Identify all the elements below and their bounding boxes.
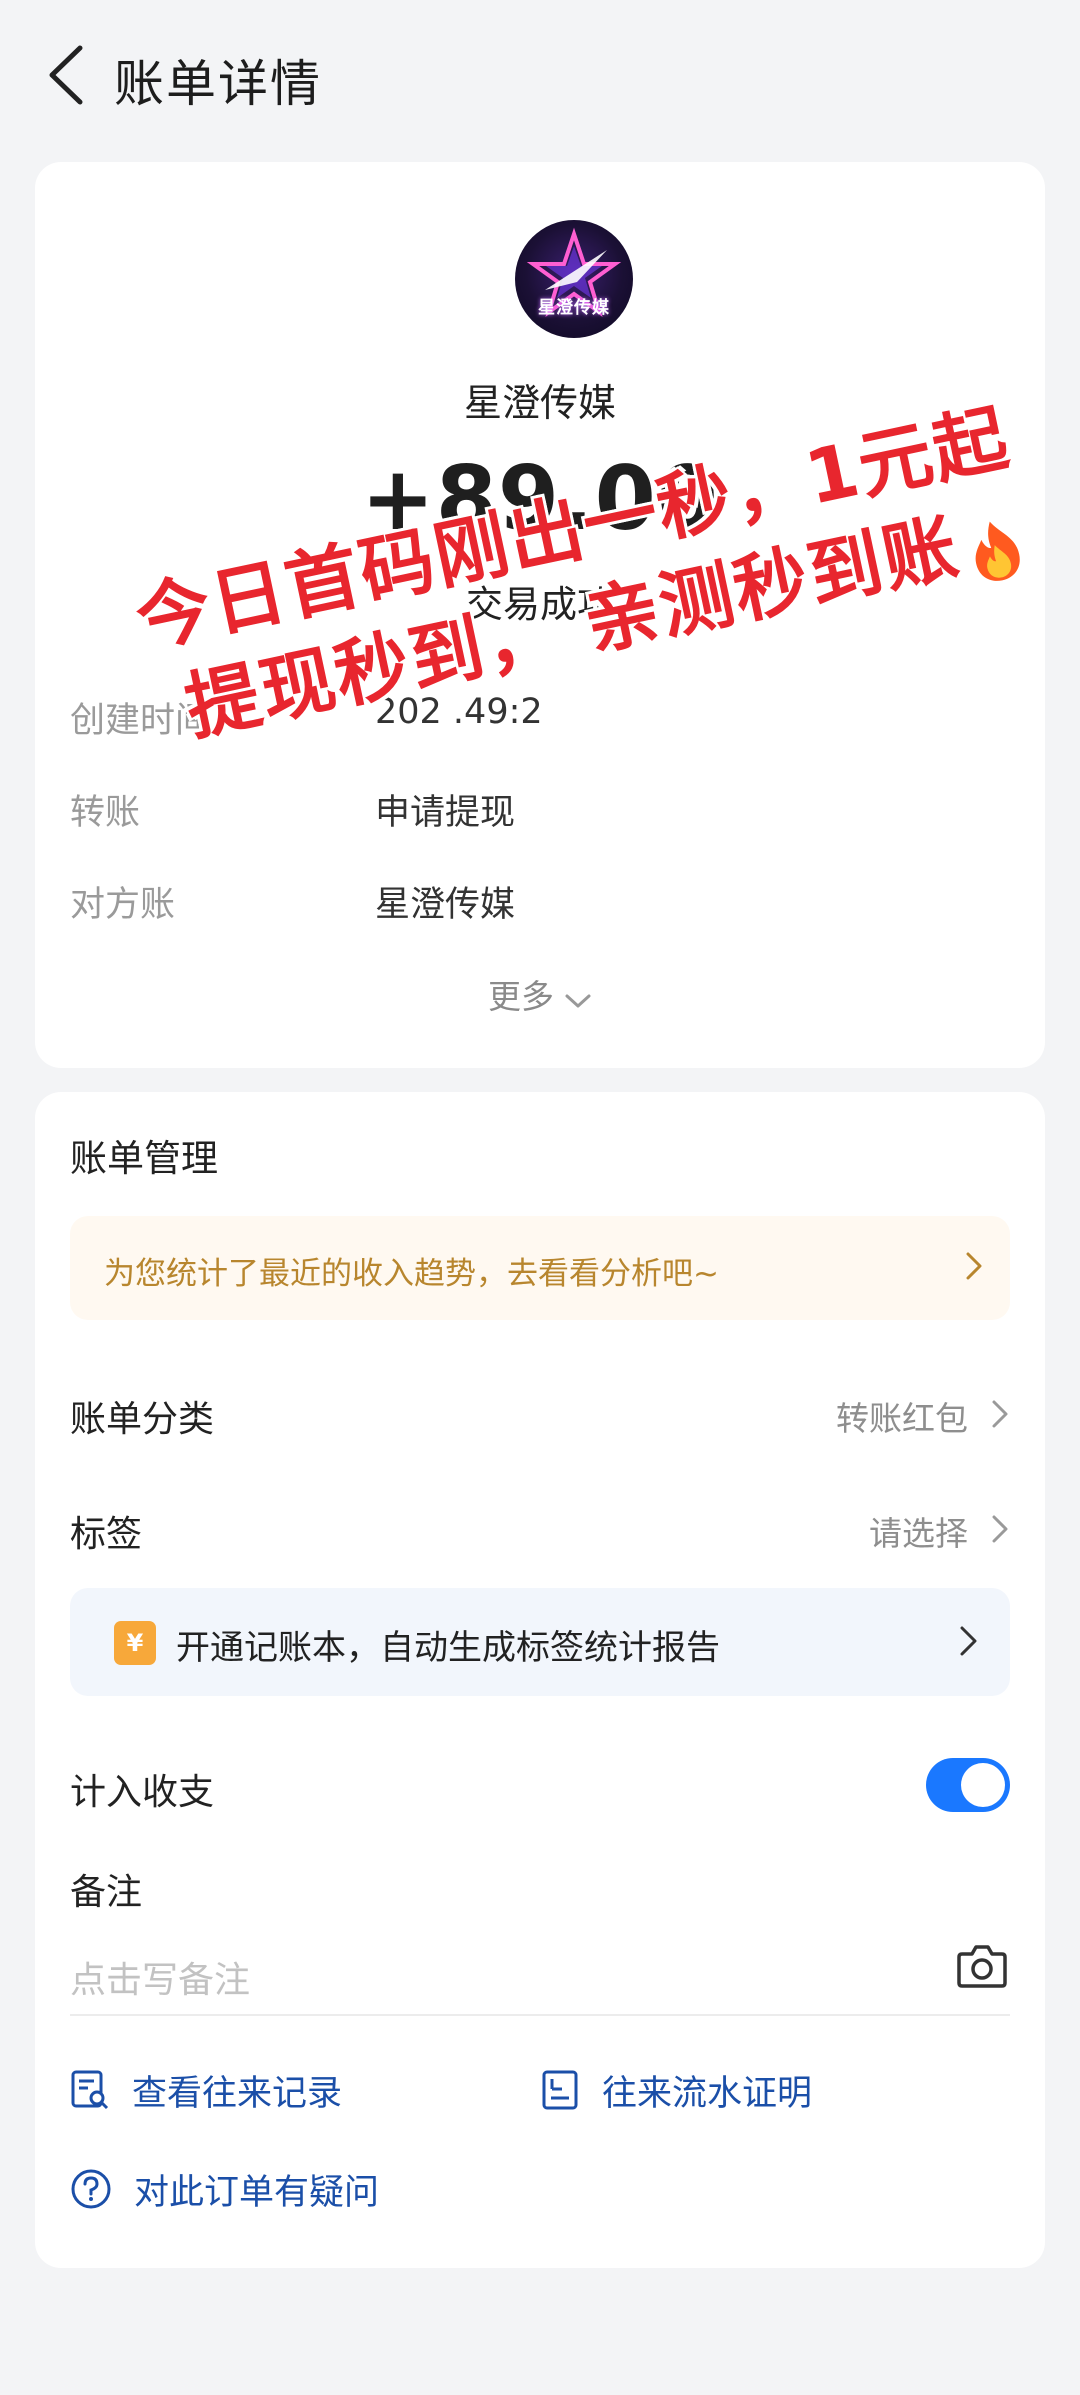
- chevron-right-icon: [964, 1250, 984, 1286]
- camera-button[interactable]: [954, 1938, 1010, 1994]
- ledger-banner-text: 开通记账本，自动生成标签统计报告: [176, 1628, 720, 1668]
- info-value: 申请提现: [375, 793, 516, 833]
- chevron-left-icon: [49, 45, 83, 105]
- view-records-link[interactable]: 查看往来记录: [70, 2060, 342, 2120]
- top-bar: 账单详情: [0, 0, 1080, 150]
- avatar-brand-text: 星澄传媒: [538, 298, 610, 318]
- ledger-icon-symbol: ¥: [126, 1629, 144, 1657]
- trend-banner-text: 为您统计了最近的收入趋势，去看看分析吧~: [104, 1256, 719, 1292]
- note-label: 备注: [70, 1872, 143, 1913]
- star-logo-icon: [526, 227, 622, 318]
- note-input[interactable]: [70, 1952, 910, 2008]
- section-title: 账单管理: [70, 1137, 218, 1180]
- merchant-name: 星澄传媒: [463, 381, 616, 425]
- merchant-avatar: 星澄传媒: [515, 220, 633, 338]
- divider: [70, 2014, 1010, 2016]
- transaction-amount: +89.00: [360, 447, 720, 550]
- info-row-counterparty: 对方账 星澄传媒: [70, 876, 1010, 926]
- view-records-label: 查看往来记录: [132, 2073, 343, 2114]
- order-question-link[interactable]: 对此订单有疑问: [70, 2159, 379, 2219]
- transaction-status: 交易成功: [466, 583, 614, 626]
- count-in-income-toggle[interactable]: [926, 1758, 1010, 1812]
- info-row-created-time: 创建时间 202 .49:2: [70, 692, 1010, 742]
- income-trend-banner[interactable]: 为您统计了最近的收入趋势，去看看分析吧~: [70, 1216, 1010, 1320]
- more-label: 更多: [488, 977, 554, 1016]
- ledger-coupon-icon: ¥: [114, 1621, 156, 1665]
- note-row: 备注: [70, 1855, 1010, 1915]
- bill-management-card: 账单管理 为您统计了最近的收入趋势，去看看分析吧~ 账单分类 转账红包 标签 请…: [35, 1092, 1045, 2268]
- count-in-income-row: 计入收支: [70, 1755, 1010, 1815]
- transaction-summary-card: 星澄传媒 星澄传媒 +89.00 交易成功 创建时间 202 .49:2 转账 …: [35, 162, 1045, 1068]
- question-circle-icon: [71, 2169, 111, 2209]
- toggle-knob: [961, 1763, 1005, 1807]
- document-proof-icon: [542, 2070, 578, 2110]
- bill-category-label: 账单分类: [70, 1399, 215, 1440]
- info-label: 对方账: [70, 885, 176, 925]
- chevron-down-icon: [564, 979, 592, 1018]
- info-value: 星澄传媒: [375, 885, 516, 925]
- bill-category-row[interactable]: 账单分类 转账红包: [70, 1382, 1010, 1442]
- info-label: 转账: [70, 793, 141, 833]
- back-button[interactable]: [36, 40, 96, 110]
- more-button[interactable]: 更多: [35, 970, 1045, 1018]
- info-value: 202 .49:2: [375, 692, 543, 732]
- chevron-right-icon: [990, 1513, 1010, 1549]
- tag-label: 标签: [70, 1514, 143, 1555]
- flow-proof-link[interactable]: 往来流水证明: [540, 2060, 812, 2120]
- chevron-right-icon: [990, 1398, 1010, 1434]
- bill-category-value: 转账红包: [836, 1399, 968, 1438]
- record-search-icon: [71, 2070, 109, 2110]
- flow-proof-label: 往来流水证明: [602, 2073, 813, 2114]
- tag-row[interactable]: 标签 请选择: [70, 1497, 1010, 1557]
- info-row-transfer: 转账 申请提现: [70, 784, 1010, 834]
- count-in-income-label: 计入收支: [70, 1772, 215, 1813]
- chevron-right-icon: [958, 1624, 980, 1662]
- page-title: 账单详情: [114, 55, 322, 113]
- tag-value: 请选择: [869, 1514, 968, 1553]
- ledger-book-banner[interactable]: ¥ 开通记账本，自动生成标签统计报告: [70, 1588, 1010, 1696]
- camera-icon: [957, 1945, 1007, 1988]
- order-question-label: 对此订单有疑问: [134, 2172, 380, 2213]
- info-label: 创建时间: [70, 701, 211, 741]
